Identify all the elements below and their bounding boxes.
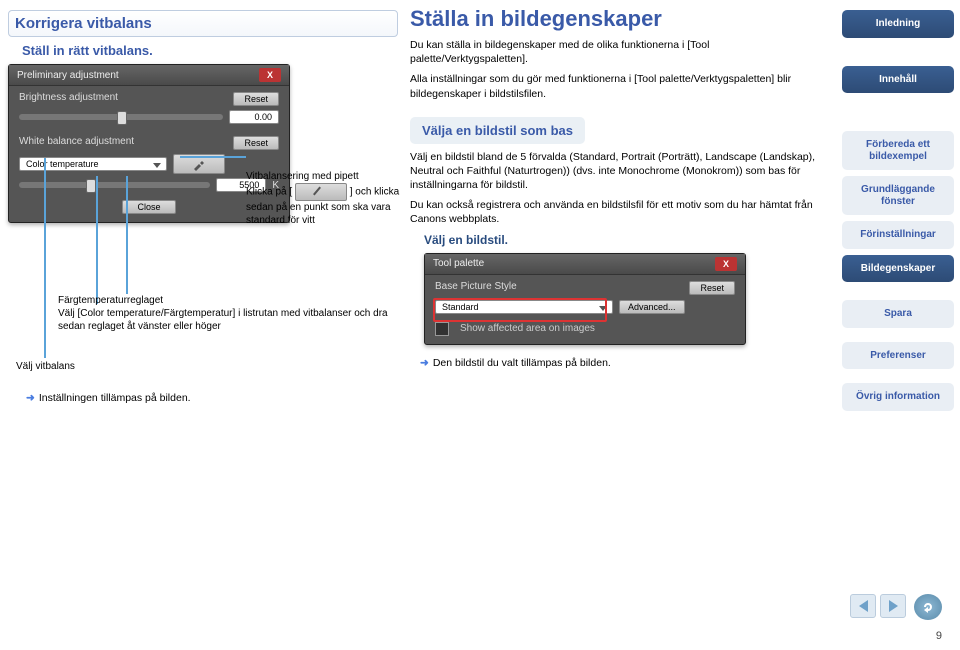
arrow-icon: ➜ [420, 357, 429, 369]
statement-valj-bildstil: Välj en bildstil. [424, 233, 830, 247]
panel-tool-palette: Tool palette X Base Picture Style Reset … [424, 253, 746, 345]
show-affected-checkbox[interactable] [435, 322, 449, 336]
page-number: 9 [936, 630, 942, 642]
panel-title: Preliminary adjustment [17, 70, 119, 81]
reset-button-base[interactable]: Reset [689, 281, 735, 295]
close-icon[interactable]: X [259, 68, 281, 82]
close-icon[interactable]: X [715, 257, 737, 271]
brightness-value[interactable]: 0.00 [229, 110, 279, 124]
page-nav-icons [850, 594, 942, 620]
annot-text: Klicka på [ [246, 187, 292, 198]
reset-button-brightness[interactable]: Reset [233, 92, 279, 106]
panel-close-button[interactable]: Close [122, 200, 175, 214]
heading-korrigera: Korrigera vitbalans [8, 10, 398, 37]
annotation-slider-title: Färgtemperaturreglaget [58, 294, 398, 307]
annotation-line [126, 176, 128, 294]
left-column: Korrigera vitbalans Ställ in rätt vitbal… [8, 10, 398, 223]
nav-grundlaggande[interactable]: Grundläggande fönster [842, 176, 954, 215]
tool-panel-title: Tool palette [433, 258, 484, 269]
nav-inledning[interactable]: Inledning [842, 10, 954, 38]
triangle-right-icon [889, 600, 898, 612]
nav-innehall[interactable]: Innehåll [842, 66, 954, 94]
return-button[interactable] [914, 594, 942, 620]
nav-forbereda[interactable]: Förbereda ett bildexempel [842, 131, 954, 170]
brightness-section: Brightness adjustment Reset 0.00 [9, 86, 289, 126]
annotation-slider-desc: Välj [Color temperature/Färgtemperatur] … [58, 307, 398, 333]
nav-bildegenskaper[interactable]: Bildegenskaper [842, 255, 954, 283]
middle-column: Ställa in bildegenskaper Du kan ställa i… [410, 6, 830, 373]
arrow-note-text: Inställningen tillämpas på bilden. [39, 392, 191, 404]
annotation-select-wb: Välj vitbalans [16, 360, 75, 373]
big-heading: Ställa in bildegenskaper [410, 6, 830, 32]
nav-forinstallningar[interactable]: Förinställningar [842, 221, 954, 249]
annotation-slider: Färgtemperaturreglaget Välj [Color tempe… [58, 294, 398, 333]
annotation-line [44, 158, 46, 358]
arrow-note-text: Den bildstil du valt tillämpas på bilden… [433, 357, 611, 369]
arrow-note-left: ➜ Inställningen tillämpas på bilden. [26, 392, 191, 404]
checkbox-label: Show affected area on images [460, 323, 595, 334]
pipette-icon [192, 157, 206, 171]
annotation-line [96, 176, 98, 304]
sub-heading-valja: Välja en bildstil som bas [410, 117, 585, 144]
annotation-pipette-title: Vitbalansering med pipett [246, 170, 402, 183]
tool-panel-titlebar: Tool palette X [425, 254, 745, 275]
arrow-icon: ➜ [26, 392, 35, 404]
pipette-mini-icon [295, 183, 347, 201]
intro-para-1: Du kan ställa in bildegenskaper med de o… [410, 38, 830, 66]
nav-spara[interactable]: Spara [842, 300, 954, 328]
return-icon [920, 599, 936, 615]
advanced-button[interactable]: Advanced... [619, 300, 685, 314]
reset-button-wb[interactable]: Reset [233, 136, 279, 150]
base-picture-label: Base Picture Style [435, 281, 517, 292]
triangle-left-icon [859, 600, 868, 612]
para-3: Välj en bildstil bland de 5 förvalda (St… [410, 150, 830, 193]
whitebalance-label: White balance adjustment [19, 136, 134, 147]
base-picture-section: Base Picture Style Reset Standard Advanc… [425, 275, 745, 344]
prev-page-button[interactable] [850, 594, 876, 618]
brightness-slider[interactable] [19, 114, 223, 120]
annotation-line [180, 156, 246, 158]
panel-titlebar: Preliminary adjustment X [9, 65, 289, 86]
nav-ovrig[interactable]: Övrig information [842, 383, 954, 411]
colortemp-slider[interactable] [19, 182, 210, 188]
annotation-pipette: Vitbalansering med pipett Klicka på [ ] … [246, 170, 402, 227]
next-page-button[interactable] [880, 594, 906, 618]
sub-statement: Ställ in rätt vitbalans. [22, 43, 398, 58]
para-4: Du kan också registrera och använda en b… [410, 198, 830, 226]
wb-dropdown[interactable]: Color temperature [19, 157, 167, 171]
arrow-note-mid: ➜ Den bildstil du valt tillämpas på bilde… [420, 357, 830, 369]
base-picture-dropdown[interactable]: Standard [435, 300, 613, 314]
right-nav: Inledning Innehåll Förbereda ett bildexe… [842, 10, 954, 417]
intro-para-2: Alla inställningar som du gör med funkti… [410, 72, 830, 100]
nav-preferenser[interactable]: Preferenser [842, 342, 954, 370]
brightness-label: Brightness adjustment [19, 92, 118, 103]
